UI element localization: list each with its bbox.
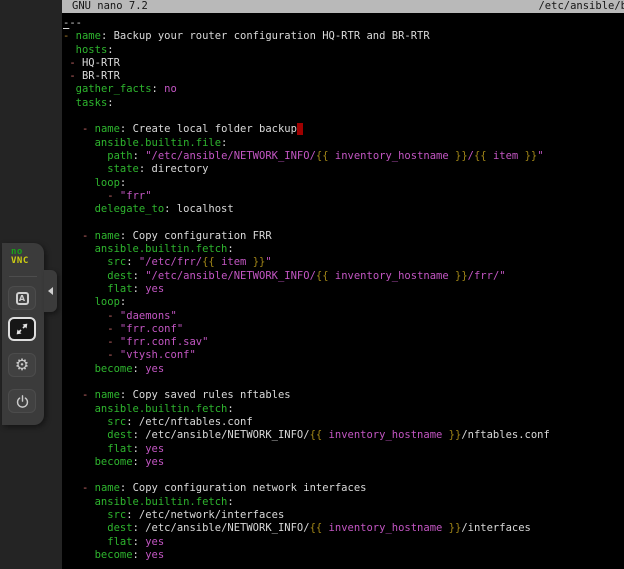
editor-line [63,216,624,229]
gear-icon: ⚙ [15,357,29,373]
editor-line: - name: Copy saved rules nftables [63,389,624,402]
editor-line: dest: "/etc/ansible/NETWORK_INFO/{{ inve… [63,270,624,283]
panel-collapse-handle[interactable] [44,270,57,312]
text-cursor [297,123,303,135]
power-icon [14,393,31,410]
editor-line: gather_facts: no [63,83,624,96]
editor-line: delegate_to: localhost [63,203,624,216]
nano-titlebar: GNU nano 7.2 /etc/ansible/b [62,0,624,13]
editor-line: - "daemons" [63,310,624,323]
editor-line: - "frr.conf.sav" [63,336,624,349]
keyboard-button[interactable]: A [8,286,36,310]
editor-line: - "vtysh.conf" [63,349,624,362]
editor-line: ansible.builtin.file: [63,137,624,150]
editor-line: - BR-RTR [63,70,624,83]
editor-line: state: directory [63,163,624,176]
chevron-left-icon [48,287,53,295]
editor-line: flat: yes [63,443,624,456]
editor-line: loop: [63,296,624,309]
editor-line: - name: Create local folder backup [63,123,624,136]
editor-line: - "frr.conf" [63,323,624,336]
editor-line: ansible.builtin.fetch: [63,403,624,416]
editor-line: dest: /etc/ansible/NETWORK_INFO/{{ inven… [63,522,624,535]
keyboard-key-a-icon: A [16,292,29,305]
editor-line: - name: Copy configuration network inter… [63,482,624,495]
editor-line: become: yes [63,363,624,376]
editor-line: - HQ-RTR [63,57,624,70]
editor-line: become: yes [63,549,624,562]
editor-line: ansible.builtin.fetch: [63,243,624,256]
power-button[interactable] [8,389,36,413]
editor-line: tasks: [63,97,624,110]
editor-line: dest: /etc/ansible/NETWORK_INFO/{{ inven… [63,429,624,442]
nano-file-path: /etc/ansible/b [538,0,624,13]
editor-line [63,469,624,482]
editor-line: src: /etc/network/interfaces [63,509,624,522]
nano-app-title: GNU nano 7.2 [72,0,148,13]
editor-content[interactable]: ---- name: Backup your router configurat… [63,17,624,569]
novnc-logo-vnc: VNC [11,257,29,266]
editor-line: ansible.builtin.fetch: [63,496,624,509]
editor-line: src: "/etc/frr/{{ item }}" [63,256,624,269]
settings-button[interactable]: ⚙ [8,353,36,377]
vnc-side-strip: no VNC A ⚙ [0,0,62,569]
editor-line: - name: Copy configuration FRR [63,230,624,243]
fullscreen-button[interactable] [8,317,36,341]
vnc-control-panel: no VNC A ⚙ [2,243,44,425]
editor-line: become: yes [63,456,624,469]
editor-line: flat: yes [63,536,624,549]
editor-line: hosts: [63,44,624,57]
editor-line: path: "/etc/ansible/NETWORK_INFO/{{ inve… [63,150,624,163]
editor-line: - "frr" [63,190,624,203]
editor-line: flat: yes [63,283,624,296]
editor-line: --- [63,17,624,30]
editor-line [63,376,624,389]
editor-line: - name: Backup your router configuration… [63,30,624,43]
panel-divider [9,276,37,277]
novnc-logo: no VNC [11,248,29,266]
editor-line [63,110,624,123]
terminal-screen[interactable]: GNU nano 7.2 /etc/ansible/b ---- name: B… [62,0,624,569]
fullscreen-icon [14,321,30,337]
editor-line: src: /etc/nftables.conf [63,416,624,429]
editor-line: loop: [63,177,624,190]
